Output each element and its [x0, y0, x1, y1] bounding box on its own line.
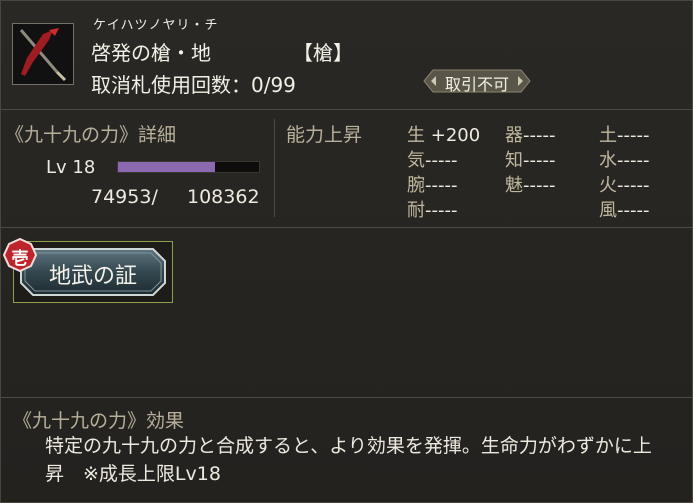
- exp-max: 108362: [187, 186, 260, 208]
- rank-badge: 壱: [3, 238, 37, 272]
- effect-title: 《九十九の力》効果: [13, 410, 185, 432]
- exp-bar: [117, 161, 260, 173]
- divider: [274, 119, 275, 217]
- item-detail-panel: ケイハツノヤリ・チ 啓発の槍・地 【槍】 取消札使用回数：0/99 取引不可 《…: [0, 0, 693, 503]
- badge-label: 取引不可: [444, 75, 509, 94]
- stat-earth: 土-----: [599, 125, 650, 146]
- stat-wind: 風-----: [599, 200, 650, 221]
- stat-endurance: 耐-----: [407, 200, 458, 221]
- item-ruby: ケイハツノヤリ・チ: [93, 18, 219, 33]
- skill-button[interactable]: 地武の証: [19, 247, 167, 297]
- stat-intellect: 知-----: [505, 150, 556, 171]
- untradeable-badge: 取引不可: [423, 69, 531, 94]
- effect-description: 特定の九十九の力と合成すると、より効果を発揮。生命力がわずかに上昇 ※成長上限L…: [45, 435, 652, 485]
- stat-spirit: 気-----: [407, 150, 458, 171]
- divider: [1, 227, 693, 228]
- level-label: Lv 18: [46, 157, 96, 178]
- item-name: 啓発の槍・地: [91, 41, 211, 65]
- stat-fire: 火-----: [599, 175, 650, 196]
- stat-life: 生 +200: [407, 125, 481, 146]
- details-title: 《九十九の力》詳細: [5, 124, 177, 146]
- divider: [1, 397, 693, 398]
- divider: [1, 109, 693, 110]
- stat-charm: 魅-----: [505, 175, 556, 196]
- skill-name: 地武の証: [48, 264, 137, 289]
- spear-icon: [19, 28, 67, 82]
- exp-bar-fill: [118, 162, 216, 172]
- cancel-usage-count: 取消札使用回数：0/99: [91, 73, 296, 97]
- item-type: 【槍】: [293, 41, 353, 65]
- item-icon-frame: [12, 23, 74, 85]
- stat-dexterity: 器-----: [505, 125, 556, 146]
- stat-water: 水-----: [599, 150, 650, 171]
- skill-card[interactable]: 地武の証: [13, 241, 173, 303]
- rank-label: 壱: [11, 249, 29, 269]
- ability-title: 能力上昇: [286, 124, 363, 146]
- stat-strength: 腕-----: [407, 175, 458, 196]
- exp-current: 74953/: [91, 186, 158, 208]
